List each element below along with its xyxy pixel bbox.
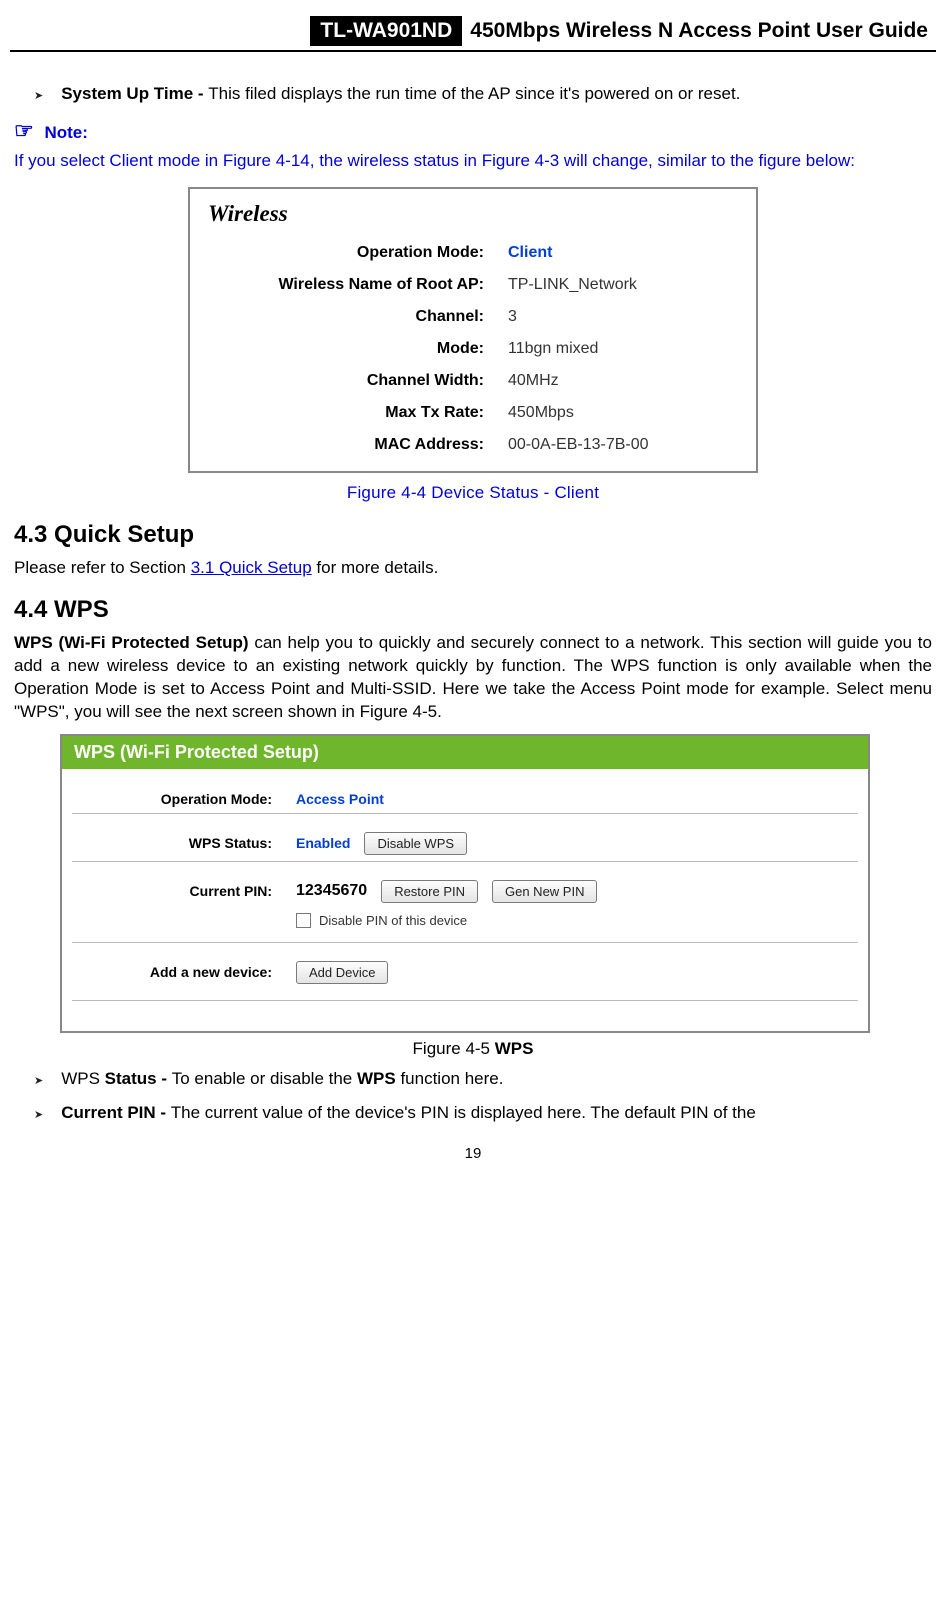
label-channel-width: Channel Width: (204, 372, 508, 390)
gen-new-pin-button[interactable]: Gen New PIN (492, 880, 597, 903)
bullet-text: System Up Time - This filed displays the… (61, 84, 740, 104)
figure-4-4-box: Wireless Operation Mode: Client Wireless… (188, 187, 758, 473)
fig45-a: Figure 4-5 (413, 1039, 495, 1058)
b1-bold: Status - (105, 1069, 172, 1088)
row-mac: MAC Address: 00-0A-EB-13-7B-00 (204, 429, 742, 461)
bullet-current-pin: ➤ Current PIN - The current value of the… (34, 1103, 932, 1123)
disable-pin-checkbox[interactable] (296, 913, 311, 928)
section-4-4-heading: 4.4 WPS (14, 596, 932, 624)
row-mode: Mode: 11bgn mixed (204, 333, 742, 365)
b1-text2: function here. (396, 1069, 504, 1088)
note-heading: ☞ Note: (14, 118, 932, 144)
bullet-text: WPS Status - To enable or disable the WP… (61, 1069, 503, 1089)
label-max-tx: Max Tx Rate: (204, 404, 508, 422)
sec43-after: for more details. (312, 558, 439, 577)
value-mac: 00-0A-EB-13-7B-00 (508, 436, 649, 454)
divider (72, 942, 858, 943)
label-channel: Channel: (204, 308, 508, 326)
wps-label-status: WPS Status: (72, 835, 296, 851)
note-body: If you select Client mode in Figure 4-14… (14, 150, 932, 173)
label-root-ap: Wireless Name of Root AP: (204, 276, 508, 294)
label-mac: MAC Address: (204, 436, 508, 454)
sec43-before: Please refer to Section (14, 558, 191, 577)
section-4-3-body: Please refer to Section 3.1 Quick Setup … (14, 557, 932, 580)
bullet-wps-status: ➤ WPS Status - To enable or disable the … (34, 1069, 932, 1089)
value-channel-width: 40MHz (508, 372, 559, 390)
note-label: Note: (44, 123, 87, 142)
label-mode: Mode: (204, 340, 508, 358)
b2-bold: Current PIN - (61, 1103, 171, 1122)
disable-pin-row: Disable PIN of this device (296, 913, 858, 928)
bullet-rest: This filed displays the run time of the … (208, 84, 740, 103)
bullet-bold: System Up Time - (61, 84, 208, 103)
wps-label-opmode: Operation Mode: (72, 791, 296, 807)
value-max-tx: 450Mbps (508, 404, 574, 422)
model-badge: TL-WA901ND (310, 16, 462, 46)
disable-pin-label: Disable PIN of this device (319, 913, 467, 928)
sec44-bold: WPS (Wi-Fi Protected Setup) (14, 633, 254, 652)
wireless-heading: Wireless (208, 201, 742, 227)
row-root-ap: Wireless Name of Root AP: TP-LINK_Networ… (204, 269, 742, 301)
figure-4-5-box: WPS (Wi-Fi Protected Setup) Operation Mo… (60, 734, 870, 1033)
disable-wps-button[interactable]: Disable WPS (364, 832, 467, 855)
guide-title: 450Mbps Wireless N Access Point User Gui… (470, 19, 928, 43)
row-channel-width: Channel Width: 40MHz (204, 365, 742, 397)
wps-value-status: Enabled (296, 835, 350, 851)
value-mode: 11bgn mixed (508, 340, 598, 358)
section-4-4-body: WPS (Wi-Fi Protected Setup) can help you… (14, 632, 932, 724)
section-4-3-heading: 4.3 Quick Setup (14, 521, 932, 549)
value-operation-mode: Client (508, 244, 552, 262)
value-channel: 3 (508, 308, 517, 326)
wps-row-opmode: Operation Mode: Access Point (72, 777, 858, 809)
b1-text: To enable or disable the (172, 1069, 357, 1088)
link-3-1-quick-setup[interactable]: 3.1 Quick Setup (191, 558, 312, 577)
value-root-ap: TP-LINK_Network (508, 276, 637, 294)
wps-row-status: WPS Status: Enabled Disable WPS (72, 818, 858, 857)
label-operation-mode: Operation Mode: (204, 244, 508, 262)
figure-4-5-caption: Figure 4-5 WPS (14, 1039, 932, 1059)
b2-text: The current value of the device's PIN is… (171, 1103, 756, 1122)
wps-label-add: Add a new device: (72, 964, 296, 980)
wps-label-pin: Current PIN: (72, 883, 296, 899)
bullet-system-up-time: ➤ System Up Time - This filed displays t… (34, 84, 932, 104)
b1-pre: WPS (61, 1069, 104, 1088)
wps-value-pin: 12345670 (296, 882, 367, 900)
wps-row-add: Add a new device: Add Device (72, 947, 858, 986)
wps-row-pin: Current PIN: 12345670 Restore PIN Gen Ne… (72, 866, 858, 905)
row-channel: Channel: 3 (204, 301, 742, 333)
page-number: 19 (14, 1145, 932, 1162)
row-max-tx: Max Tx Rate: 450Mbps (204, 397, 742, 429)
b1-bold2: WPS (357, 1069, 396, 1088)
figure-4-4-caption: Figure 4-4 Device Status - Client (14, 483, 932, 503)
divider (72, 861, 858, 862)
bullet-text: Current PIN - The current value of the d… (61, 1103, 756, 1123)
fig45-b: WPS (495, 1039, 534, 1058)
restore-pin-button[interactable]: Restore PIN (381, 880, 478, 903)
divider (72, 1000, 858, 1001)
divider (72, 813, 858, 814)
wps-panel-header: WPS (Wi-Fi Protected Setup) (62, 736, 868, 769)
page-header: TL-WA901ND 450Mbps Wireless N Access Poi… (10, 10, 936, 52)
wps-value-opmode: Access Point (296, 791, 384, 807)
row-operation-mode: Operation Mode: Client (204, 237, 742, 269)
pointing-hand-icon: ☞ (14, 118, 34, 143)
chevron-icon: ➤ (34, 89, 43, 102)
chevron-icon: ➤ (34, 1108, 43, 1121)
add-device-button[interactable]: Add Device (296, 961, 388, 984)
chevron-icon: ➤ (34, 1074, 43, 1087)
